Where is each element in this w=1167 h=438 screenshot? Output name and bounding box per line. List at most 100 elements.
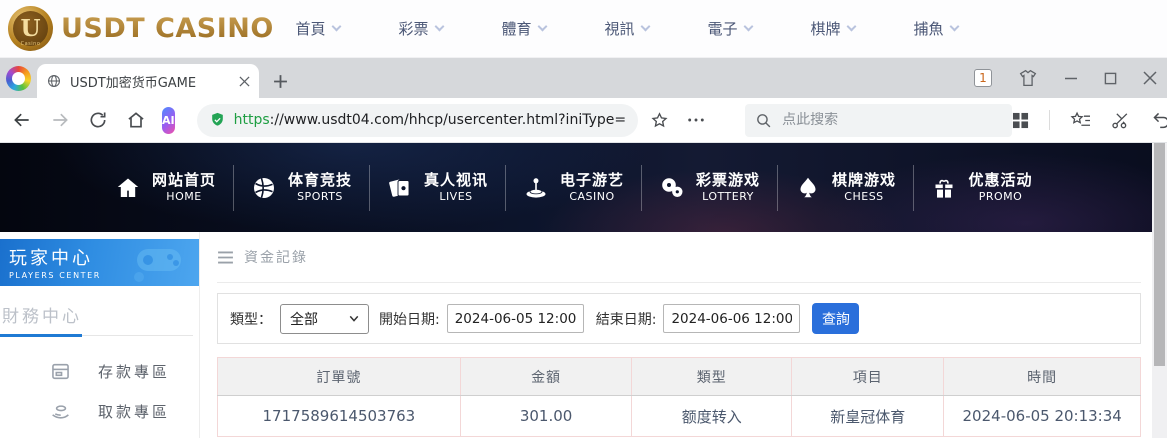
type-label: 類型： bbox=[230, 311, 272, 328]
new-tab-button[interactable] bbox=[273, 74, 288, 89]
window-controls: 1 bbox=[974, 58, 1157, 98]
finance-section-title: 財務中心 bbox=[2, 307, 82, 327]
home-button[interactable] bbox=[126, 110, 146, 130]
apps-grid-icon[interactable] bbox=[1012, 112, 1029, 129]
nav-en-label: CHESS bbox=[844, 190, 884, 204]
bookmark-star-icon[interactable] bbox=[650, 111, 669, 130]
select-chevron-icon bbox=[349, 315, 359, 322]
query-button[interactable]: 查詢 bbox=[812, 303, 860, 334]
home-icon bbox=[117, 178, 139, 197]
browser-tabstrip: USDT加密货币GAME 1 bbox=[0, 58, 1167, 98]
ai-assistant-button[interactable]: AI bbox=[162, 106, 175, 134]
table-row: 1717589614503763 301.00 额度转入 新皇冠体育 2024-… bbox=[217, 395, 1141, 437]
forward-button[interactable] bbox=[50, 110, 70, 130]
end-date-input[interactable] bbox=[663, 304, 801, 333]
undo-restore-icon[interactable] bbox=[1151, 111, 1167, 129]
nav-promotions[interactable]: 优惠活动 PROMO bbox=[914, 165, 1050, 211]
nav-en-label: CASINO bbox=[569, 190, 615, 204]
nav-label: 體育 bbox=[501, 20, 532, 38]
screenshot-scissors-icon[interactable] bbox=[1111, 111, 1131, 130]
chevron-down-icon bbox=[537, 21, 547, 32]
site-nav-egames[interactable]: 電子 bbox=[678, 18, 781, 39]
address-bar[interactable]: https://www.usdt04.com/hhcp/usercenter.h… bbox=[196, 103, 639, 137]
site-nav-fishing[interactable]: 捕魚 bbox=[884, 18, 987, 39]
end-date-label: 結束日期: bbox=[595, 311, 657, 328]
players-center-header: 玩家中心 PLAYERS CENTER bbox=[0, 239, 199, 286]
nav-en-label: LIVES bbox=[439, 190, 473, 204]
browser-logo-icon[interactable] bbox=[6, 66, 31, 91]
site-logo[interactable]: U Casino USDT CASINO bbox=[0, 6, 273, 51]
back-button[interactable] bbox=[12, 110, 32, 130]
nav-home[interactable]: 网站首页 HOME bbox=[98, 164, 234, 211]
logo-letter: U bbox=[20, 15, 41, 42]
site-nav-video[interactable]: 視訊 bbox=[575, 18, 678, 39]
favorites-list-icon[interactable] bbox=[1070, 111, 1091, 130]
nav-zh-label: 电子游艺 bbox=[559, 170, 624, 189]
nav-chess-games[interactable]: 棋牌游戏 CHESS bbox=[778, 164, 914, 211]
playing-cards-icon bbox=[389, 179, 410, 197]
globe-icon bbox=[48, 75, 60, 87]
withdraw-icon bbox=[52, 404, 69, 419]
page-scrollbar[interactable] bbox=[1152, 143, 1167, 438]
nav-electronic-games[interactable]: 电子游艺 CASINO bbox=[506, 164, 642, 211]
tab-close-icon[interactable] bbox=[239, 75, 250, 87]
col-project: 項目 bbox=[791, 357, 945, 396]
chevron-down-icon bbox=[846, 21, 856, 32]
list-icon bbox=[218, 250, 233, 264]
tab-count-badge[interactable]: 1 bbox=[974, 69, 992, 87]
type-select-value: 全部 bbox=[290, 311, 318, 328]
minimize-button[interactable] bbox=[1064, 71, 1078, 85]
sidebar-item-label: 存款專區 bbox=[98, 362, 171, 381]
start-date-input[interactable] bbox=[446, 304, 584, 333]
search-input[interactable] bbox=[782, 112, 1003, 128]
lottery-balls-icon bbox=[662, 177, 683, 197]
site-nav-chess[interactable]: 棋牌 bbox=[781, 18, 884, 39]
usdt-logo-icon: U Casino bbox=[8, 6, 53, 51]
toolbar-divider bbox=[1049, 110, 1051, 130]
site-nav-home[interactable]: 首頁 bbox=[266, 18, 369, 39]
nav-en-label: SPORTS bbox=[297, 190, 343, 204]
site-title: USDT CASINO bbox=[61, 13, 274, 44]
nav-zh-label: 彩票游戏 bbox=[695, 170, 760, 189]
nav-zh-label: 体育竞技 bbox=[287, 170, 352, 189]
nav-label: 彩票 bbox=[398, 20, 429, 38]
nav-live-casino[interactable]: 真人视讯 LIVES bbox=[370, 164, 506, 211]
sidebar-item-recharge-record[interactable]: 充值記錄 bbox=[0, 431, 199, 438]
browser-tab[interactable]: USDT加密货币GAME bbox=[37, 64, 259, 98]
nav-en-label: PROMO bbox=[978, 190, 1023, 204]
browser-skin-icon[interactable] bbox=[1018, 69, 1038, 87]
tab-title: USDT加密货币GAME bbox=[70, 75, 197, 91]
sidebar-item-withdraw[interactable]: 取款專區 bbox=[0, 391, 199, 431]
nav-label: 捕魚 bbox=[913, 20, 944, 38]
url-path: ://www.usdt04.com/hhcp/usercenter.html?i… bbox=[269, 112, 627, 128]
nav-lottery-games[interactable]: 彩票游戏 LOTTERY bbox=[642, 164, 778, 211]
nav-label: 視訊 bbox=[604, 20, 635, 38]
scrollbar-thumb[interactable] bbox=[1154, 143, 1165, 366]
reload-button[interactable] bbox=[88, 110, 108, 130]
start-date-label: 開始日期: bbox=[379, 311, 440, 328]
nav-zh-label: 真人视讯 bbox=[423, 170, 488, 189]
cell-project: 新皇冠体育 bbox=[791, 395, 945, 437]
nav-label: 電子 bbox=[707, 20, 738, 38]
gift-icon bbox=[935, 179, 953, 198]
site-nav-lottery[interactable]: 彩票 bbox=[369, 18, 472, 39]
nav-label: 棋牌 bbox=[810, 20, 841, 38]
search-box[interactable] bbox=[745, 103, 1013, 137]
more-options-icon[interactable] bbox=[687, 117, 705, 123]
funds-record-table: 訂單號 金額 類型 項目 時間 1717589614503763 301.00 … bbox=[217, 357, 1141, 437]
maximize-button[interactable] bbox=[1104, 72, 1117, 85]
game-category-nav: 网站首页 HOME 体育竞技 SPORTS 真人视讯 LIVES 电子游艺 CASINO… bbox=[0, 143, 1167, 232]
nav-sports[interactable]: 体育竞技 SPORTS bbox=[234, 164, 370, 211]
page-body: 玩家中心 PLAYERS CENTER 財務中心 存款專區 取款專區 充值記錄 bbox=[0, 232, 1167, 438]
col-order-number: 訂單號 bbox=[217, 357, 461, 396]
roulette-icon bbox=[526, 177, 546, 198]
col-type: 類型 bbox=[631, 357, 793, 396]
close-window-button[interactable] bbox=[1143, 71, 1157, 85]
logo-small-text: Casino bbox=[20, 41, 41, 47]
sidebar-item-deposit[interactable]: 存款專區 bbox=[0, 351, 199, 391]
site-nav: 首頁 彩票 體育 視訊 電子 棋牌 捕魚 bbox=[266, 18, 987, 39]
type-select[interactable]: 全部 bbox=[280, 303, 369, 334]
chevron-down-icon bbox=[640, 21, 650, 32]
sports-ball-icon bbox=[253, 177, 274, 198]
site-nav-sports[interactable]: 體育 bbox=[472, 18, 575, 39]
